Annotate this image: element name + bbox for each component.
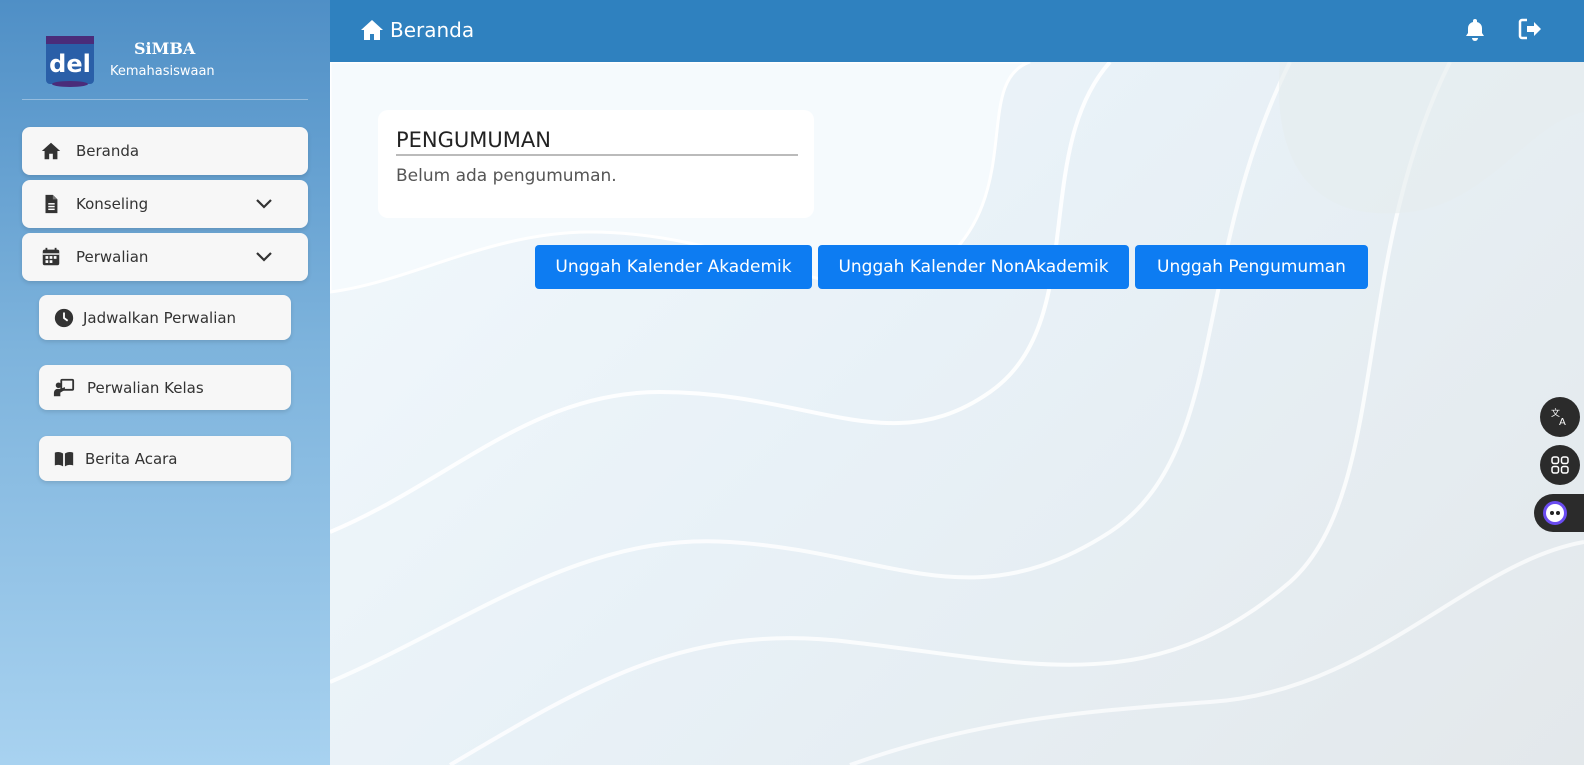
brand-title: SiMBA xyxy=(134,39,196,58)
grid-icon xyxy=(1551,456,1569,474)
announcement-title: PENGUMUMAN xyxy=(396,128,798,156)
apps-widget-button[interactable] xyxy=(1540,445,1580,485)
home-icon xyxy=(41,142,61,160)
upload-nonacademic-calendar-button[interactable]: Unggah Kalender NonAkademik xyxy=(818,245,1129,289)
sidebar-subitem-perwalian-kelas[interactable]: Perwalian Kelas xyxy=(39,365,291,410)
presentation-icon xyxy=(53,378,75,397)
assistant-widget-tab[interactable] xyxy=(1534,494,1584,532)
sidebar-item-label: Beranda xyxy=(76,142,140,160)
sidebar-subitem-label: Jadwalkan Perwalian xyxy=(83,308,237,327)
announcement-empty-text: Belum ada pengumuman. xyxy=(396,166,617,186)
document-icon xyxy=(45,194,58,214)
chevron-down-icon[interactable] xyxy=(254,248,274,266)
clock-icon xyxy=(54,308,74,328)
upload-announcement-button[interactable]: Unggah Pengumuman xyxy=(1135,245,1368,289)
main-content: PENGUMUMAN Belum ada pengumuman. Unggah … xyxy=(330,62,1584,765)
sidebar-item-beranda[interactable]: Beranda xyxy=(22,127,308,175)
sidebar-item-label: Perwalian xyxy=(76,248,149,266)
sidebar-subitem-berita-acara[interactable]: Berita Acara xyxy=(39,436,291,481)
bell-icon[interactable] xyxy=(1464,17,1486,41)
translate-widget-button[interactable]: 文A xyxy=(1540,397,1580,437)
svg-text:del: del xyxy=(49,50,91,78)
brand-subtitle: Kemahasiswaan xyxy=(110,64,215,79)
svg-text:A: A xyxy=(1559,417,1566,427)
logout-icon[interactable] xyxy=(1518,18,1542,40)
home-icon xyxy=(361,20,383,40)
book-icon xyxy=(54,451,74,467)
translate-icon: 文A xyxy=(1551,407,1566,427)
brand-header: del SiMBA Kemahasiswaan xyxy=(22,20,308,100)
top-bar: Beranda xyxy=(330,0,1584,62)
sidebar-subitem-label: Berita Acara xyxy=(85,449,178,468)
announcement-card: PENGUMUMAN Belum ada pengumuman. xyxy=(378,110,814,218)
chevron-down-icon[interactable] xyxy=(254,195,274,213)
institution-logo: del xyxy=(46,36,94,87)
sidebar-item-konseling[interactable]: Konseling xyxy=(22,180,308,228)
sidebar-subitem-label: Perwalian Kelas xyxy=(87,378,204,397)
assistant-bot-icon xyxy=(1543,501,1567,525)
sidebar-subitem-jadwalkan-perwalian[interactable]: Jadwalkan Perwalian xyxy=(39,295,291,340)
sidebar-item-label: Konseling xyxy=(76,195,149,213)
sidebar-item-perwalian[interactable]: Perwalian xyxy=(22,233,308,281)
upload-academic-calendar-button[interactable]: Unggah Kalender Akademik xyxy=(535,245,812,289)
page-title: Beranda xyxy=(390,18,475,42)
sidebar: del SiMBA Kemahasiswaan Beranda Konselin… xyxy=(0,0,330,765)
calendar-icon xyxy=(42,247,60,266)
